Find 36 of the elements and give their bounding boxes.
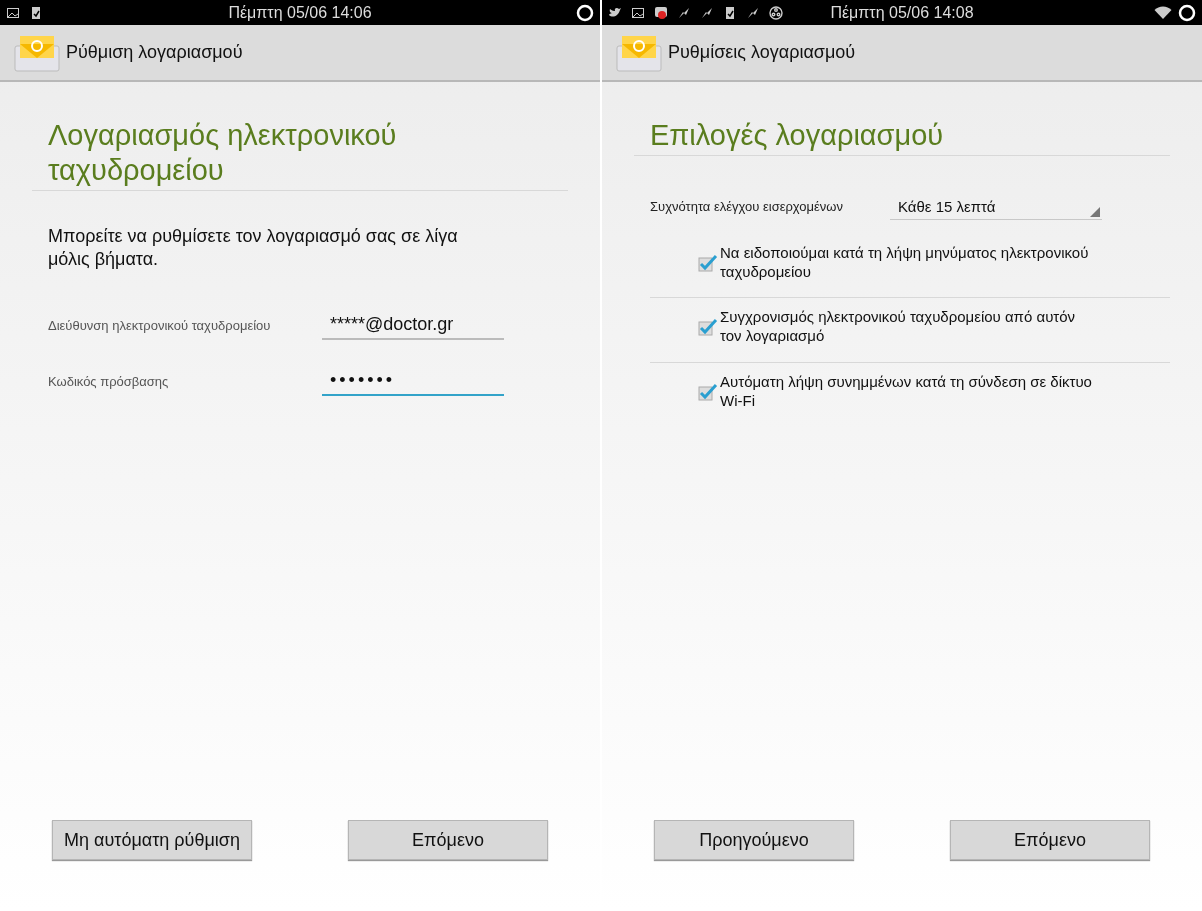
input-field[interactable]: •••••••: [322, 366, 504, 397]
dropdown[interactable]: Κάθε 15 λεπτά: [890, 193, 1102, 220]
intro-text: Μπορείτε να ρυθμίσετε τον λογαριασμό σας σε λίγα μόλις βήματα.: [47, 224, 459, 271]
checkbox[interactable]: [698, 253, 718, 272]
option-label: Συγχρονισμός ηλεκτρονικού ταχυδρομείου από αυτόν τον λογαριασμό: [720, 308, 1077, 346]
status-time: Πέμπτη 05/06 14:06: [228, 3, 372, 21]
status-time: Πέμπτη 05/06 14:08: [830, 3, 974, 21]
wifi-icon: [1154, 5, 1172, 20]
action-button[interactable]: Επόμενο: [950, 820, 1150, 860]
action-bar-title: Ρύθμιση λογαριασμού: [66, 42, 243, 63]
dropdown-triangle-icon: [1090, 206, 1100, 217]
app-icon: [654, 5, 668, 20]
option-label: Αυτόματη λήψη συνημμένων κατά τη σύνδεση σε δίκτυο Wi-Fi: [720, 372, 1093, 411]
action-button[interactable]: Μη αυτόματη ρύθμιση: [52, 820, 252, 860]
page-heading: Λογαριασμός ηλεκτρονικού ταχυδρομείου: [32, 82, 568, 191]
page-heading: Επιλογές λογαριασμού: [634, 82, 1170, 156]
field-label: Κωδικός πρόσβασης: [48, 373, 170, 389]
film-reel-icon: [769, 5, 783, 20]
checkbox[interactable]: [698, 318, 718, 337]
setting-label: Συχνότητα ελέγχου εισερχομένων: [650, 199, 844, 215]
action-bar-title: Ρυθμίσεις λογαριασμού: [668, 42, 856, 63]
image-icon: [6, 5, 20, 20]
checkbox[interactable]: [698, 382, 718, 401]
circle-icon: [576, 3, 594, 22]
option-label: Να ειδοποιούμαι κατά τη λήψη μηνύματος ηλεκτρονικού ταχυδρομείου: [720, 243, 1090, 282]
bird-icon: [608, 5, 622, 20]
circle-icon: [1178, 3, 1196, 22]
action-button[interactable]: Επόμενο: [348, 820, 548, 860]
action-button[interactable]: Προηγούμενο: [654, 820, 854, 860]
sd-card-icon: [723, 5, 737, 20]
sd-card-icon: [29, 5, 43, 20]
image-icon: [631, 5, 645, 20]
field-label: Διεύθυνση ηλεκτρονικού ταχυδρομείου: [48, 317, 272, 333]
envelope-icon: [14, 33, 60, 72]
input-field[interactable]: *****@doctor.gr: [322, 310, 504, 341]
envelope-icon: [616, 33, 662, 72]
